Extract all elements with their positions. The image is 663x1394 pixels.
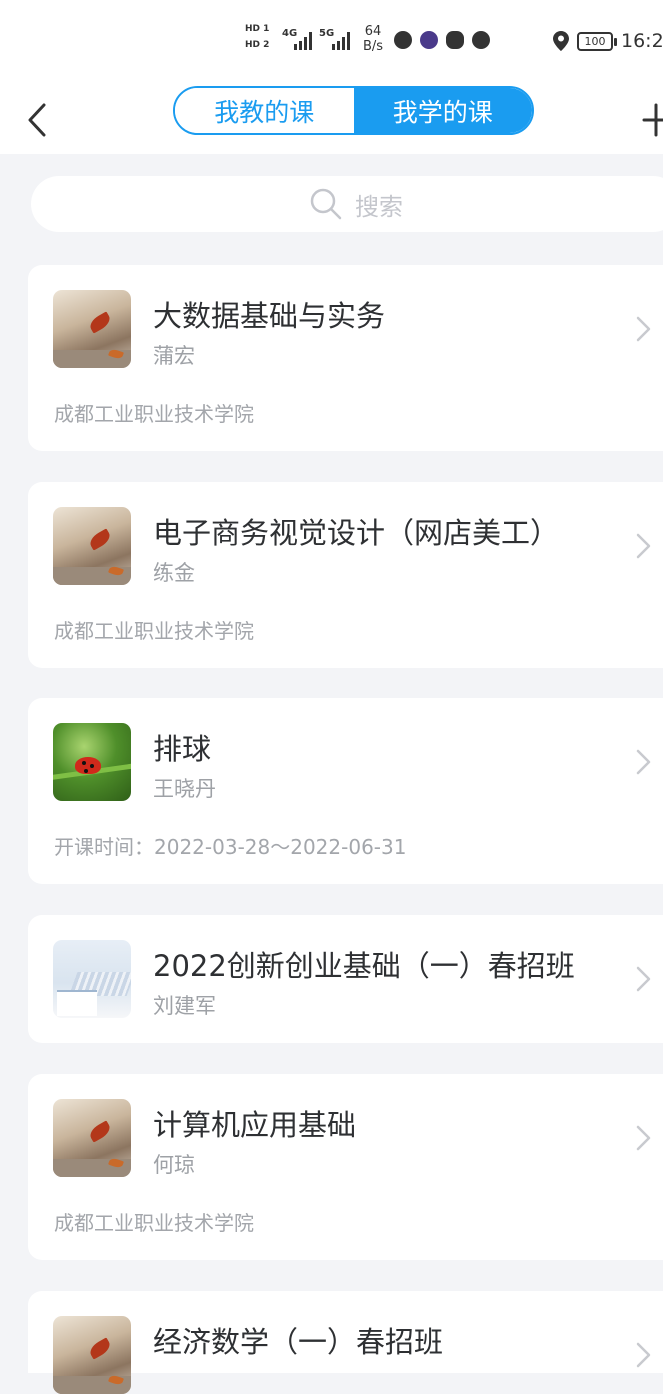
course-thumbnail [53,1099,131,1177]
course-title: 经济数学（一）春招班 [153,1325,444,1359]
hd1-label: HD 1 [245,24,270,34]
hd2-label: HD 2 [245,40,270,50]
course-card[interactable]: 电子商务视觉设计（网店美工） 练金 成都工业职业技术学院 [28,482,663,668]
course-thumbnail [53,940,131,1018]
course-title: 计算机应用基础 [153,1108,357,1142]
course-schedule: 开课时间：2022-03-28～2022-06-31 [54,835,407,859]
course-title: 电子商务视觉设计（网店美工） [153,516,560,550]
course-card[interactable]: 计算机应用基础 何琼 成都工业职业技术学院 [28,1074,663,1260]
course-thumbnail [53,507,131,585]
signal-bars-icon [332,32,350,50]
course-card[interactable]: 大数据基础与实务 蒲宏 成都工业职业技术学院 [28,265,663,451]
course-teacher: 蒲宏 [153,344,195,368]
speed-value: 64 [364,24,382,39]
chevron-right-icon [636,1125,651,1151]
status-bar: HD 1 HD 2 4G 5G 64 B/s 100 16:27 [0,0,663,80]
browser-icon [472,31,490,49]
wechat-icon [446,31,464,49]
course-school: 成都工业职业技术学院 [54,1211,254,1235]
tab-teaching[interactable]: 我教的课 [175,88,354,133]
tab-learning[interactable]: 我学的课 [353,88,532,133]
battery-indicator: 100 [577,32,617,51]
course-school: 成都工业职业技术学院 [54,619,254,643]
search-icon [310,188,342,220]
network-speed: 64 B/s [360,24,386,54]
course-thumbnail [53,1316,131,1394]
hd-indicator: HD 1 HD 2 [245,24,275,51]
course-card[interactable]: 2022创新创业基础（一）春招班 刘建军 [28,915,663,1043]
course-title: 2022创新创业基础（一）春招班 [153,949,575,983]
chevron-right-icon [636,966,651,992]
search-placeholder: 搜索 [355,192,403,221]
course-card[interactable]: 经济数学（一）春招班 [28,1291,663,1394]
header: 我教的课 我学的课 [0,80,663,154]
add-button[interactable] [640,90,663,140]
course-title: 排球 [153,732,212,766]
chevron-right-icon [636,1342,651,1368]
course-title: 大数据基础与实务 [153,299,386,333]
course-teacher: 刘建军 [153,994,216,1018]
chevron-left-icon [28,103,46,137]
course-school: 成都工业职业技术学院 [54,402,254,426]
course-role-switch: 我教的课 我学的课 [173,86,534,135]
course-teacher: 练金 [153,561,195,585]
search-input[interactable]: 搜索 [31,176,663,232]
location-icon [553,31,569,51]
course-teacher: 何琼 [153,1153,195,1177]
chevron-right-icon [636,533,651,559]
clock: 16:27 [621,30,663,52]
speed-unit: B/s [362,39,384,54]
chevron-right-icon [636,749,651,775]
chevron-right-icon [636,316,651,342]
plus-icon [642,103,663,137]
signal-bars-icon [294,32,312,50]
course-thumbnail [53,290,131,368]
course-card[interactable]: 排球 王晓丹 开课时间：2022-03-28～2022-06-31 [28,698,663,884]
course-thumbnail [53,723,131,801]
back-button[interactable] [22,90,62,140]
privacy-icon [394,31,412,49]
course-teacher: 王晓丹 [153,777,216,801]
app-notification-icon [420,31,438,49]
